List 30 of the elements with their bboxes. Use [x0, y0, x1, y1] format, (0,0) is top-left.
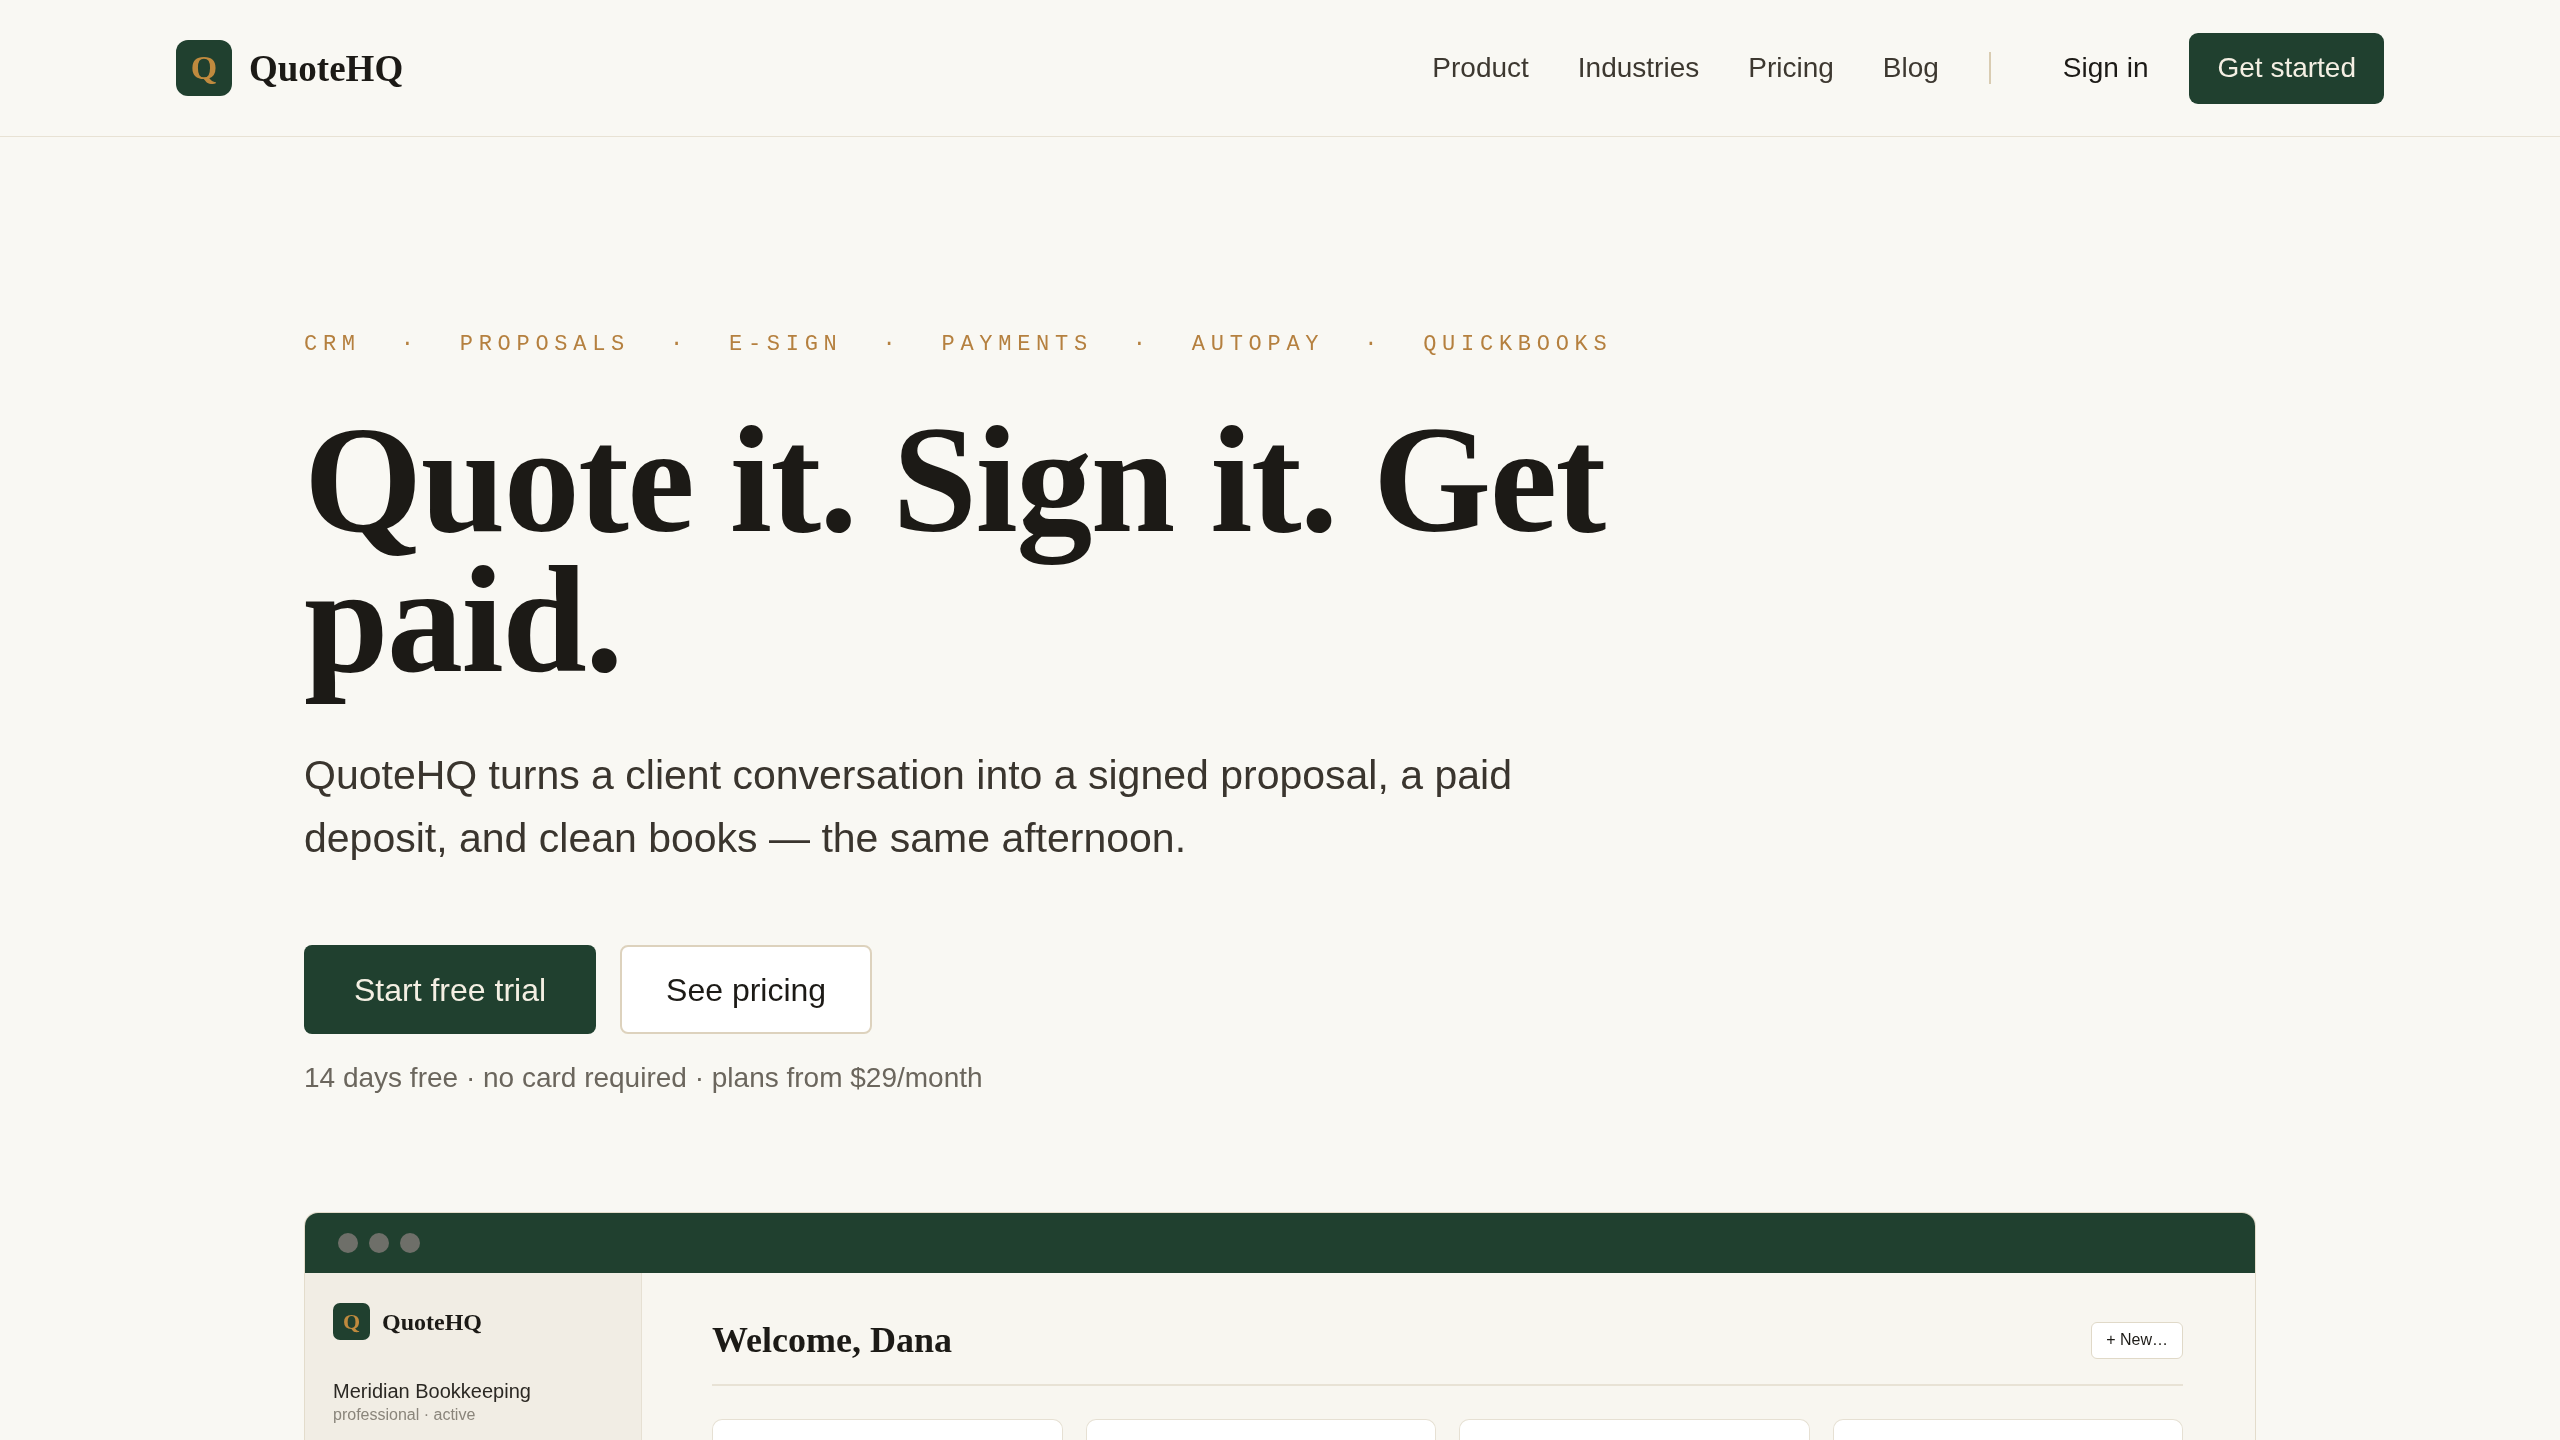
workspace-name: Meridian Bookkeeping	[333, 1379, 532, 1404]
trial-note: 14 days free · no card required · plans from $29/month	[304, 1061, 983, 1095]
separator-dot: ·	[670, 331, 689, 359]
eyebrow-label: E-SIGN	[728, 331, 843, 359]
nav-link[interactable]: Blog	[1882, 50, 1939, 86]
welcome-heading: Welcome, Dana	[712, 1319, 952, 1362]
separator-dot: ·	[1132, 331, 1152, 359]
separator-dot: ·	[1364, 331, 1384, 359]
eyebrow-label: CRM	[304, 331, 361, 359]
nav-link[interactable]: Product	[1432, 50, 1529, 86]
brand-name: QuoteHQ	[249, 49, 404, 87]
brand-name: QuoteHQ	[382, 1309, 482, 1334]
logo-mark: Q	[333, 1303, 370, 1340]
separator-dot: ·	[882, 331, 902, 359]
hero-headline: Quote it. Sign it. Get paid.	[304, 410, 1607, 706]
see-pricing-button[interactable]: See pricing	[620, 945, 873, 1034]
new-button[interactable]: + New…	[2091, 1321, 2183, 1359]
eyebrow-label: QUICKBOOKS	[1423, 331, 1613, 359]
separator-dot: ·	[400, 331, 420, 359]
workspace-status: professional · active	[333, 1405, 477, 1425]
eyebrow-label: AUTOPAY	[1191, 331, 1325, 359]
nav-link[interactable]: Pricing	[1748, 50, 1834, 86]
eyebrow-label: PAYMENTS	[941, 331, 1093, 359]
start-trial-button[interactable]: Start free trial	[304, 945, 597, 1034]
nav-link[interactable]: Industries	[1577, 50, 1700, 86]
eyebrow-label: PROPOSALS	[459, 331, 631, 359]
hero-description: QuoteHQ turns a client conversation into a signed proposal, a paid deposit, and clean books — the same afternoon.	[304, 751, 1513, 863]
sign-in-link[interactable]: Sign in	[2062, 50, 2149, 86]
logo-mark: Q	[176, 40, 232, 96]
get-started-button[interactable]: Get started	[2189, 32, 2384, 104]
